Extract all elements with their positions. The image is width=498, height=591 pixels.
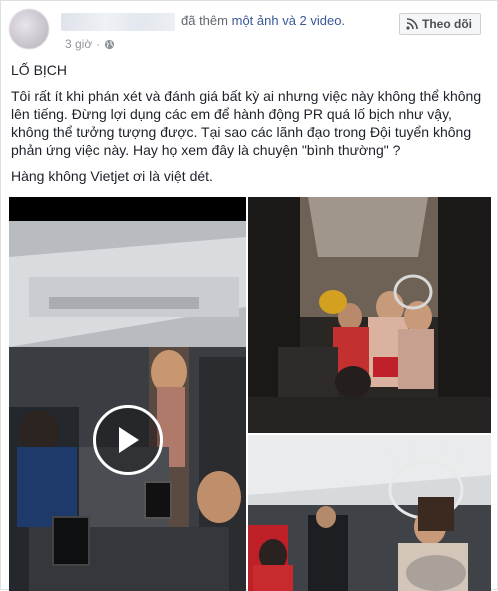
action-text: đã thêm [181, 13, 228, 28]
post-header: đã thêm một ảnh và 2 video. 3 giờ · Theo… [9, 9, 489, 55]
media-grid [9, 197, 491, 591]
follow-label: Theo dõi [422, 17, 472, 31]
post-footer: Hàng không Vietjet ơi là việt dét. [11, 168, 213, 184]
cabin-scene-3 [248, 435, 491, 591]
avatar[interactable] [9, 9, 49, 49]
globe-icon[interactable] [104, 39, 115, 50]
post-action: đã thêm một ảnh và 2 video. [181, 13, 345, 28]
video-main[interactable] [9, 197, 246, 591]
video-secondary[interactable] [248, 197, 491, 433]
photo[interactable] [248, 435, 491, 591]
play-icon[interactable] [93, 405, 163, 475]
cabin-scene-2 [248, 197, 491, 433]
post-body: Tôi rất ít khi phán xét và đánh giá bất … [11, 88, 482, 158]
rss-icon [406, 18, 418, 30]
action-link[interactable]: một ảnh và 2 video. [232, 13, 345, 28]
cabin-scene-1 [9, 197, 246, 591]
post-time[interactable]: 3 giờ [65, 37, 92, 51]
post-title: LỐ BỊCH [11, 62, 68, 78]
follow-button[interactable]: Theo dõi [399, 13, 481, 35]
post-meta: 3 giờ · [65, 37, 115, 51]
author-name-redacted[interactable] [61, 13, 175, 31]
post-card: đã thêm một ảnh và 2 video. 3 giờ · Theo… [0, 0, 498, 591]
post-text: LỐ BỊCH Tôi rất ít khi phán xét và đánh … [11, 61, 487, 193]
